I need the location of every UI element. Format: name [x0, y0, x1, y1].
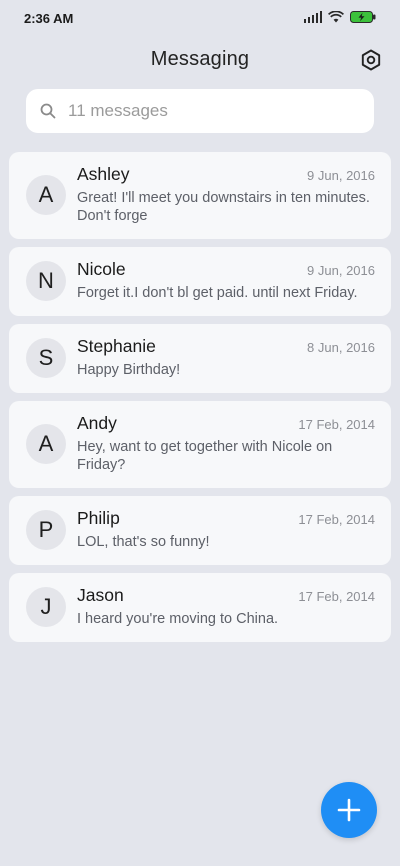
new-message-button[interactable]	[321, 782, 377, 838]
signal-icon	[303, 11, 322, 23]
avatar: J	[26, 587, 66, 627]
status-bar: 2:36 AM	[0, 0, 400, 36]
message-item[interactable]: N Nicole 9 Jun, 2016 Forget it.I don't b…	[9, 247, 391, 316]
message-item[interactable]: A Andy 17 Feb, 2014 Hey, want to get tog…	[9, 401, 391, 488]
wifi-icon	[328, 11, 344, 23]
avatar: S	[26, 338, 66, 378]
plus-icon	[337, 798, 361, 822]
contact-name: Philip	[77, 508, 120, 528]
message-preview: Hey, want to get together with Nicole on…	[77, 439, 333, 473]
avatar: A	[26, 424, 66, 464]
message-preview: Forget it.I don't bl get paid. until nex…	[77, 285, 358, 301]
message-item[interactable]: J Jason 17 Feb, 2014 I heard you're movi…	[9, 573, 391, 642]
message-item[interactable]: S Stephanie 8 Jun, 2016 Happy Birthday!	[9, 324, 391, 393]
message-date: 9 Jun, 2016	[307, 263, 375, 278]
status-icons	[303, 11, 377, 23]
message-date: 9 Jun, 2016	[307, 168, 375, 183]
page-title: Messaging	[150, 48, 250, 70]
header: Messaging	[0, 44, 400, 78]
search-bar[interactable]	[26, 89, 374, 133]
message-date: 8 Jun, 2016	[307, 340, 375, 355]
search-input[interactable]	[66, 100, 350, 122]
message-date: 17 Feb, 2014	[298, 589, 375, 604]
avatar: A	[26, 175, 66, 215]
message-date: 17 Feb, 2014	[298, 512, 375, 527]
message-item[interactable]: P Philip 17 Feb, 2014 LOL, that's so fun…	[9, 496, 391, 565]
message-list: A Ashley 9 Jun, 2016 Great! I'll meet yo…	[9, 152, 391, 650]
gear-icon	[361, 49, 381, 71]
contact-name: Nicole	[77, 259, 126, 279]
message-preview: LOL, that's so funny!	[77, 534, 210, 550]
status-time: 2:36 AM	[24, 11, 74, 26]
message-preview: Great! I'll meet you downstairs in ten m…	[77, 190, 370, 224]
settings-button[interactable]	[358, 47, 384, 73]
avatar: N	[26, 261, 66, 301]
message-date: 17 Feb, 2014	[298, 417, 375, 432]
contact-name: Stephanie	[77, 336, 156, 356]
message-item[interactable]: A Ashley 9 Jun, 2016 Great! I'll meet yo…	[9, 152, 391, 239]
message-preview: I heard you're moving to China.	[77, 611, 279, 627]
search-icon	[40, 103, 56, 119]
avatar: P	[26, 510, 66, 550]
battery-icon	[350, 11, 376, 23]
contact-name: Andy	[77, 413, 117, 433]
contact-name: Jason	[77, 585, 124, 605]
message-preview: Happy Birthday!	[77, 362, 181, 378]
contact-name: Ashley	[77, 164, 130, 184]
